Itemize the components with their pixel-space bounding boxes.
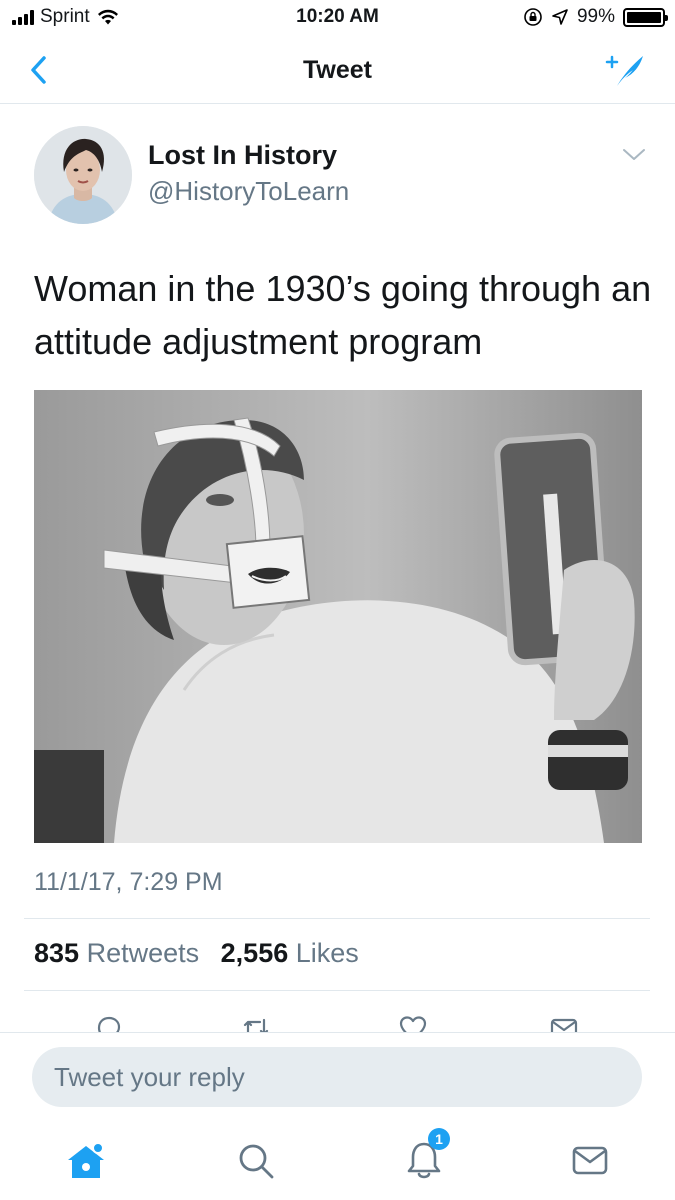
retweet-icon: [243, 1018, 269, 1032]
tab-search[interactable]: [232, 1136, 280, 1184]
photo-illustration: [34, 390, 642, 843]
likes-stat[interactable]: 2,556 Likes: [221, 938, 359, 968]
reply-bar: [0, 1032, 675, 1122]
tweet-actions: [0, 1008, 675, 1032]
tweet-stats: 835 Retweets 2,556 Likes: [34, 938, 373, 969]
compose-tweet-icon: [605, 55, 643, 86]
retweet-button[interactable]: [240, 1012, 272, 1032]
divider: [24, 990, 650, 991]
search-icon: [239, 1144, 274, 1179]
page-title: Tweet: [303, 56, 372, 84]
battery-icon: [623, 7, 668, 27]
tweet-timestamp: 11/1/17, 7:29 PM: [34, 868, 223, 896]
reply-icon: [97, 1016, 121, 1032]
divider: [24, 918, 650, 919]
tweet-text: Woman in the 1930’s going through an att…: [34, 268, 652, 362]
like-button[interactable]: [397, 1012, 429, 1032]
tab-bar: 1: [0, 1122, 675, 1200]
author-name[interactable]: Lost In History: [148, 140, 337, 171]
status-right: 99%: [523, 6, 668, 28]
author-handle[interactable]: @HistoryToLearn: [148, 176, 349, 207]
reply-input[interactable]: [32, 1047, 642, 1107]
retweets-label: Retweets: [86, 938, 200, 968]
reply-button[interactable]: [93, 1012, 125, 1032]
like-icon: [399, 1016, 427, 1032]
tab-home[interactable]: [62, 1136, 110, 1184]
avatar-image: [34, 126, 132, 224]
avatar[interactable]: [34, 126, 132, 224]
notifications-badge: 1: [428, 1128, 450, 1150]
tweet-photo[interactable]: [34, 390, 642, 843]
battery-percent: 99%: [576, 6, 615, 27]
direct-message-button[interactable]: [548, 1012, 580, 1032]
status-bar: Sprint 10:20 AM 99%: [0, 0, 675, 36]
home-icon: [68, 1142, 104, 1178]
tab-messages[interactable]: [566, 1136, 614, 1184]
tab-notifications[interactable]: 1: [400, 1128, 450, 1184]
retweets-stat[interactable]: 835 Retweets: [34, 938, 199, 968]
location-icon: [552, 9, 568, 25]
likes-label: Likes: [295, 938, 359, 968]
tweet-options-button[interactable]: [621, 146, 647, 164]
chevron-down-icon: [623, 149, 645, 160]
likes-count: 2,556: [220, 938, 289, 968]
direct-message-icon: [550, 1018, 578, 1032]
messages-icon: [572, 1146, 608, 1175]
compose-tweet-button[interactable]: [603, 50, 647, 90]
retweets-count: 835: [34, 938, 80, 968]
nav-bar: Tweet: [0, 36, 675, 104]
rotation-lock-icon: [524, 8, 542, 26]
